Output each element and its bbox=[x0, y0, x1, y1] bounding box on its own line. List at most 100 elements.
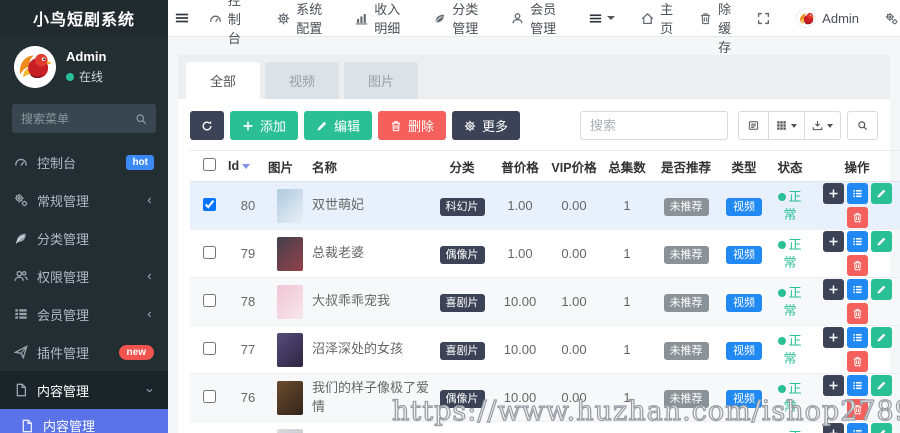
column-header-id[interactable]: Id bbox=[228, 150, 268, 182]
table-row[interactable]: 80 双世萌妃 科幻片 1.00 0.00 1 未推荐 视频 正常 bbox=[190, 181, 900, 230]
sidebar-item-content-mgmt[interactable]: 内容管理 bbox=[0, 371, 168, 409]
tab-image[interactable]: 图片 bbox=[344, 62, 419, 99]
cell-episodes: 1 bbox=[602, 325, 652, 374]
thumbnail bbox=[277, 428, 303, 433]
chevron-down-icon bbox=[145, 386, 154, 395]
expand-icon bbox=[757, 12, 770, 25]
sidebar-item-permission-mgmt[interactable]: 权限管理 bbox=[0, 257, 168, 295]
table-row[interactable]: 75 仅剩一日的青春 校园片 1.00 0.00 4 未推荐 视频 正常 bbox=[190, 421, 900, 433]
add-button[interactable]: 添加 bbox=[230, 111, 299, 140]
row-actions bbox=[818, 423, 896, 433]
row-checkbox[interactable] bbox=[202, 197, 216, 211]
status-badge: 正常 bbox=[774, 188, 806, 223]
more-button[interactable]: 更多 bbox=[452, 111, 521, 140]
row-add-button[interactable] bbox=[822, 327, 844, 348]
pencil-icon bbox=[876, 332, 887, 343]
nav-settings-button[interactable] bbox=[872, 0, 900, 36]
column-header-actions: 操作 bbox=[812, 150, 900, 182]
edit-button[interactable]: 编辑 bbox=[304, 111, 373, 140]
fullscreen-button[interactable] bbox=[744, 0, 783, 36]
row-episodes-button[interactable] bbox=[846, 375, 868, 396]
row-checkbox[interactable] bbox=[202, 389, 216, 403]
sidebar-item-plugin-mgmt[interactable]: 插件管理 new bbox=[0, 333, 168, 371]
cell-name: 大叔乖乖宠我 bbox=[312, 293, 391, 309]
table-row[interactable]: 78 大叔乖乖宠我 喜剧片 10.00 1.00 1 未推荐 视频 正常 bbox=[190, 277, 900, 326]
row-add-button[interactable] bbox=[822, 423, 844, 433]
table-row[interactable]: 77 沼泽深处的女孩 喜剧片 10.00 0.00 1 未推荐 视频 正常 bbox=[190, 325, 900, 374]
table-search-input[interactable] bbox=[580, 111, 728, 140]
row-add-button[interactable] bbox=[822, 375, 844, 396]
delete-button[interactable]: 删除 bbox=[378, 111, 447, 140]
nav-item-category-mgmt[interactable]: 分类管理 bbox=[420, 0, 498, 36]
cell-vip-price: 0.00 bbox=[546, 421, 602, 433]
nav-item-dashboard[interactable]: 控制台 bbox=[196, 0, 264, 46]
export-button[interactable] bbox=[805, 111, 841, 140]
row-add-button[interactable] bbox=[822, 183, 844, 204]
sidebar-subitem-content-mgmt-active[interactable]: 内容管理 bbox=[0, 409, 168, 433]
recommend-badge: 未推荐 bbox=[663, 293, 709, 312]
search-icon bbox=[857, 120, 868, 131]
trash-icon bbox=[699, 12, 712, 25]
row-checkbox[interactable] bbox=[202, 245, 216, 259]
refresh-button[interactable] bbox=[190, 111, 224, 140]
table-row[interactable]: 76 我们的样子像极了爱情 偶像片 10.00 0.00 1 未推荐 视频 正常 bbox=[190, 373, 900, 422]
row-episodes-button[interactable] bbox=[846, 327, 868, 348]
sidebar-item-dashboard[interactable]: 控制台 hot bbox=[0, 143, 168, 181]
row-edit-button[interactable] bbox=[870, 375, 892, 396]
cell-price: 10.00 bbox=[494, 373, 546, 422]
tab-video[interactable]: 视频 bbox=[265, 62, 340, 99]
chevron-left-icon bbox=[145, 272, 154, 281]
cell-episodes: 4 bbox=[602, 421, 652, 433]
app-window: 小鸟短剧系统 Admin 在线 控制台 hot 常规管理 bbox=[0, 0, 900, 433]
row-edit-button[interactable] bbox=[870, 231, 892, 252]
row-episodes-button[interactable] bbox=[846, 423, 868, 433]
select-all-checkbox[interactable] bbox=[202, 158, 216, 171]
row-delete-button[interactable] bbox=[846, 399, 868, 420]
row-delete-button[interactable] bbox=[846, 351, 868, 372]
nav-user-menu[interactable]: Admin bbox=[783, 0, 872, 36]
columns-icon bbox=[776, 120, 787, 131]
status-badge: 正常 bbox=[774, 236, 806, 271]
status-badge: 正常 bbox=[774, 284, 806, 319]
tab-all[interactable]: 全部 bbox=[186, 62, 261, 99]
row-episodes-button[interactable] bbox=[846, 231, 868, 252]
column-header-status: 状态 bbox=[768, 150, 812, 182]
detail-view-button[interactable] bbox=[738, 111, 769, 140]
sort-caret-icon bbox=[242, 164, 251, 170]
nav-menu-dropdown[interactable] bbox=[576, 0, 628, 36]
row-edit-button[interactable] bbox=[870, 279, 892, 300]
cell-vip-price: 1.00 bbox=[546, 277, 602, 326]
nav-item-home[interactable]: 主页 bbox=[628, 0, 686, 36]
sidebar-item-member-mgmt[interactable]: 会员管理 bbox=[0, 295, 168, 333]
nav-item-member-mgmt[interactable]: 会员管理 bbox=[498, 0, 576, 36]
table-header-row: Id 图片 名称 分类 普价格 VIP价格 总集数 是否推荐 类型 状态 操作 bbox=[190, 150, 900, 182]
sidebar-item-general-mgmt[interactable]: 常规管理 bbox=[0, 181, 168, 219]
row-add-button[interactable] bbox=[822, 231, 844, 252]
cell-vip-price: 0.00 bbox=[546, 373, 602, 422]
row-actions bbox=[818, 231, 896, 276]
row-delete-button[interactable] bbox=[846, 255, 868, 276]
row-delete-button[interactable] bbox=[846, 303, 868, 324]
row-delete-button[interactable] bbox=[846, 207, 868, 228]
row-edit-button[interactable] bbox=[870, 183, 892, 204]
row-add-button[interactable] bbox=[822, 279, 844, 300]
row-episodes-button[interactable] bbox=[846, 183, 868, 204]
row-checkbox[interactable] bbox=[202, 293, 216, 307]
category-badge: 喜剧片 bbox=[439, 341, 485, 360]
table-row[interactable]: 79 总裁老婆 偶像片 1.00 0.00 1 未推荐 视频 正常 bbox=[190, 229, 900, 278]
nav-item-system-config[interactable]: 系统配置 bbox=[264, 0, 342, 36]
nav-item-clear-cache[interactable]: 清除缓存 bbox=[686, 0, 744, 55]
columns-button[interactable] bbox=[769, 111, 805, 140]
row-episodes-button[interactable] bbox=[846, 279, 868, 300]
row-edit-button[interactable] bbox=[870, 327, 892, 348]
nav-item-income-detail[interactable]: 收入明细 bbox=[342, 0, 420, 36]
status-dot-icon bbox=[778, 240, 787, 249]
row-edit-button[interactable] bbox=[870, 423, 892, 433]
row-checkbox[interactable] bbox=[202, 341, 216, 355]
search-button[interactable] bbox=[847, 111, 878, 140]
thumbnail bbox=[277, 188, 303, 223]
status-badge: 正常 bbox=[774, 332, 806, 367]
sidebar-toggle-button[interactable] bbox=[168, 0, 196, 36]
sidebar-search-input[interactable] bbox=[21, 111, 135, 126]
sidebar-item-category-mgmt[interactable]: 分类管理 bbox=[0, 219, 168, 257]
